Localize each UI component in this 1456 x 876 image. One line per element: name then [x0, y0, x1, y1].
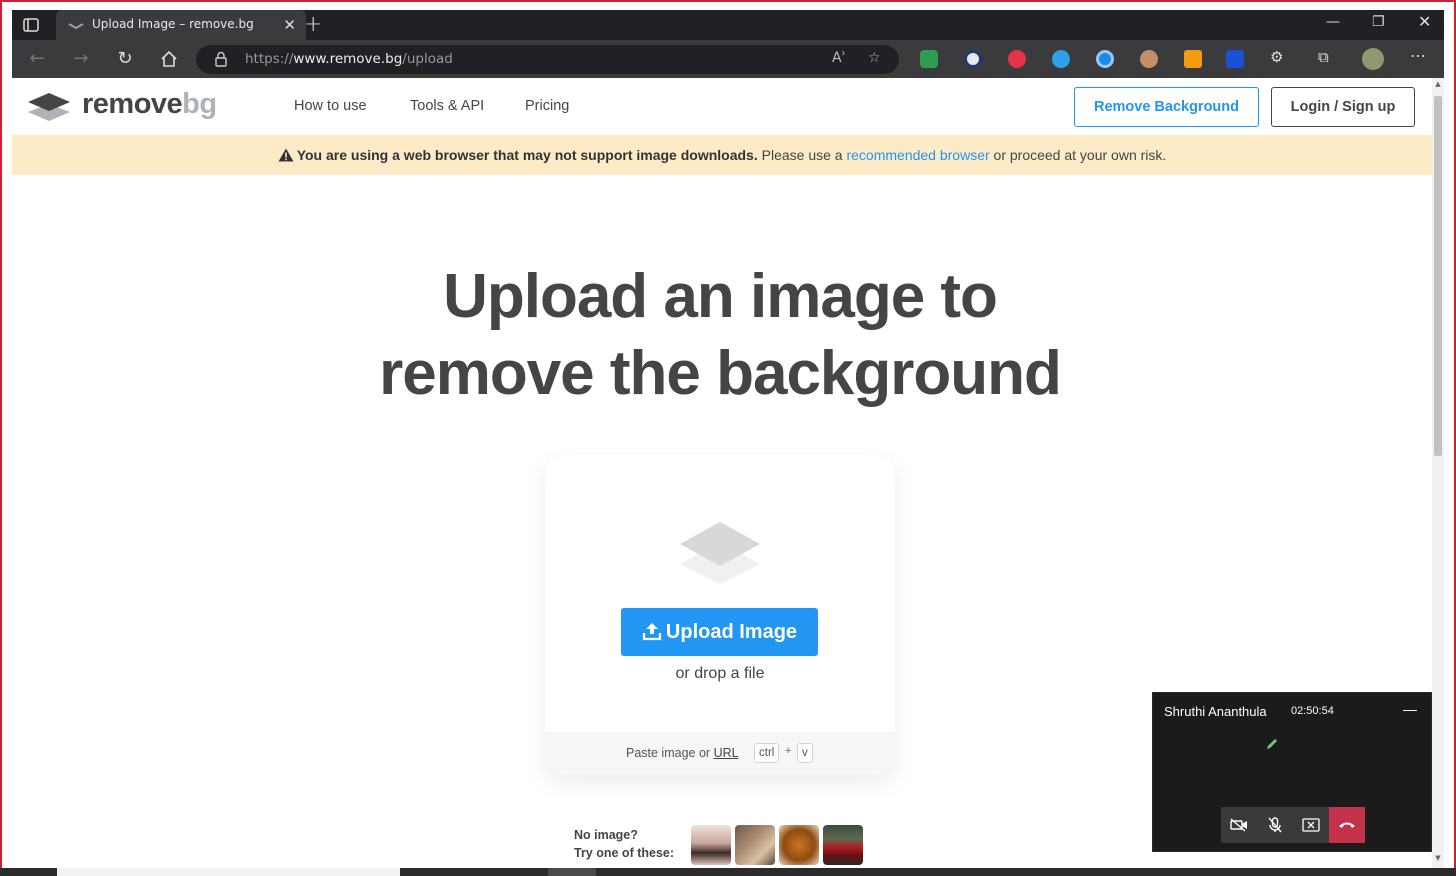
sample-thumb-car[interactable]	[823, 825, 863, 865]
tab-actions-icon[interactable]	[20, 14, 42, 36]
warning-bold-text: You are using a web browser that may not…	[296, 147, 758, 163]
toolbar: ← → ↻ https://www.remove.bg/upload Aʾ ☆ …	[12, 40, 1444, 78]
close-tab-icon[interactable]: ✕	[283, 16, 296, 34]
site-header: removebg How to use Tools & API Pricing …	[12, 78, 1432, 135]
taskbar-app[interactable]	[548, 868, 596, 876]
drop-file-text: or drop a file	[675, 665, 765, 682]
read-aloud-icon[interactable]: Aʾ	[832, 50, 846, 66]
paste-text: Paste image or URL	[626, 746, 739, 760]
sample-thumb-bread[interactable]	[779, 825, 819, 865]
minimize-call-icon[interactable]: —	[1403, 701, 1417, 717]
scroll-up-icon[interactable]: ▲	[1434, 80, 1442, 88]
url-link[interactable]: URL	[714, 746, 739, 760]
collections-icon[interactable]: ⧉	[1318, 48, 1329, 66]
forward-icon[interactable]: →	[70, 48, 92, 70]
upload-icon	[642, 623, 662, 641]
restore-window-icon[interactable]: ❐	[1372, 14, 1385, 30]
stop-share-icon[interactable]	[1293, 807, 1329, 843]
back-icon[interactable]: ←	[26, 48, 48, 70]
upload-card[interactable]: Upload Image or drop a file Paste image …	[545, 455, 895, 775]
refresh-icon[interactable]: ↻	[114, 48, 136, 70]
shield-extension-icon[interactable]	[920, 50, 938, 68]
taskbar	[0, 868, 1456, 876]
url-text: https://www.remove.bg/upload	[245, 51, 453, 67]
login-signup-button[interactable]: Login / Sign up	[1271, 87, 1415, 127]
sample-thumb-woman[interactable]	[691, 825, 731, 865]
new-tab-icon[interactable]: +	[304, 12, 322, 37]
extension-owl-icon[interactable]	[1140, 50, 1158, 68]
upload-image-label: Upload Image	[665, 621, 798, 643]
warning-text-start: Please use a	[761, 147, 843, 163]
tab-title: Upload Image – remove.bg	[92, 17, 254, 31]
logo-wordmark[interactable]: removebg	[82, 88, 217, 121]
remove-background-button[interactable]: Remove Background	[1074, 87, 1259, 127]
removebg-favicon-icon	[68, 23, 84, 30]
tab-strip: Upload Image – remove.bg ✕ + — ❐ ✕	[12, 10, 1444, 40]
paste-bar: Paste image or URL ctrl + v	[545, 732, 895, 775]
minimize-window-icon[interactable]: —	[1326, 14, 1340, 30]
favorite-star-icon[interactable]: ☆	[868, 50, 881, 66]
ctrl-key: ctrl	[754, 743, 780, 763]
home-icon[interactable]	[158, 48, 180, 70]
title-line-2: remove the background	[379, 339, 1062, 408]
extensions-puzzle-icon[interactable]: ⚙	[1270, 48, 1283, 66]
recommended-browser-link[interactable]: recommended browser	[846, 147, 989, 163]
nav-tools-api[interactable]: Tools & API	[410, 98, 484, 114]
warning-text-end: or proceed at your own risk.	[993, 147, 1167, 163]
sample-images-label: No image? Try one of these:	[574, 828, 675, 860]
caller-name: Shruthi Ananthula	[1164, 704, 1267, 719]
lock-icon[interactable]	[214, 51, 228, 67]
plus-sign: +	[785, 745, 792, 757]
pen-icon	[1267, 739, 1277, 749]
address-bar[interactable]: https://www.remove.bg/upload Aʾ ☆	[196, 45, 899, 74]
nav-pricing[interactable]: Pricing	[525, 98, 569, 114]
layers-icon	[680, 522, 760, 584]
close-window-icon[interactable]: ✕	[1418, 12, 1431, 31]
camera-off-icon[interactable]	[1221, 807, 1257, 843]
taskbar-window[interactable]	[57, 868, 400, 876]
more-options-icon[interactable]: ⋯	[1410, 46, 1426, 65]
extension-circle-icon[interactable]	[964, 50, 982, 68]
scroll-down-icon[interactable]: ▼	[1434, 854, 1442, 862]
title-line-1: Upload an image to	[443, 262, 998, 331]
extension-target-icon[interactable]	[1096, 50, 1114, 68]
hang-up-icon[interactable]	[1329, 807, 1365, 843]
mic-off-icon[interactable]	[1257, 807, 1293, 843]
profile-avatar[interactable]	[1362, 48, 1384, 70]
browser-warning-banner: You are using a web browser that may not…	[12, 135, 1432, 175]
nav-how-to-use[interactable]: How to use	[294, 98, 367, 114]
page-title: Upload an image to remove the background	[12, 258, 1428, 412]
sample-thumb-animals[interactable]	[735, 825, 775, 865]
extension-cloud-icon[interactable]	[1052, 50, 1070, 68]
tab-upload-image[interactable]: Upload Image – remove.bg ✕	[56, 10, 306, 40]
extension-person-icon[interactable]	[1184, 50, 1202, 68]
warning-icon	[278, 148, 294, 162]
extension-t-icon[interactable]	[1008, 50, 1026, 68]
call-controls	[1221, 807, 1365, 843]
scroll-thumb[interactable]	[1434, 96, 1442, 456]
removebg-logo-icon[interactable]	[24, 90, 74, 124]
extension-blue-square-icon[interactable]	[1226, 50, 1244, 68]
upload-image-button[interactable]: Upload Image	[621, 608, 818, 656]
v-key: v	[797, 743, 813, 763]
page-scrollbar[interactable]: ▲ ▼	[1432, 78, 1444, 868]
call-widget[interactable]: Shruthi Ananthula 02:50:54 —	[1152, 692, 1432, 852]
call-duration: 02:50:54	[1291, 705, 1334, 717]
